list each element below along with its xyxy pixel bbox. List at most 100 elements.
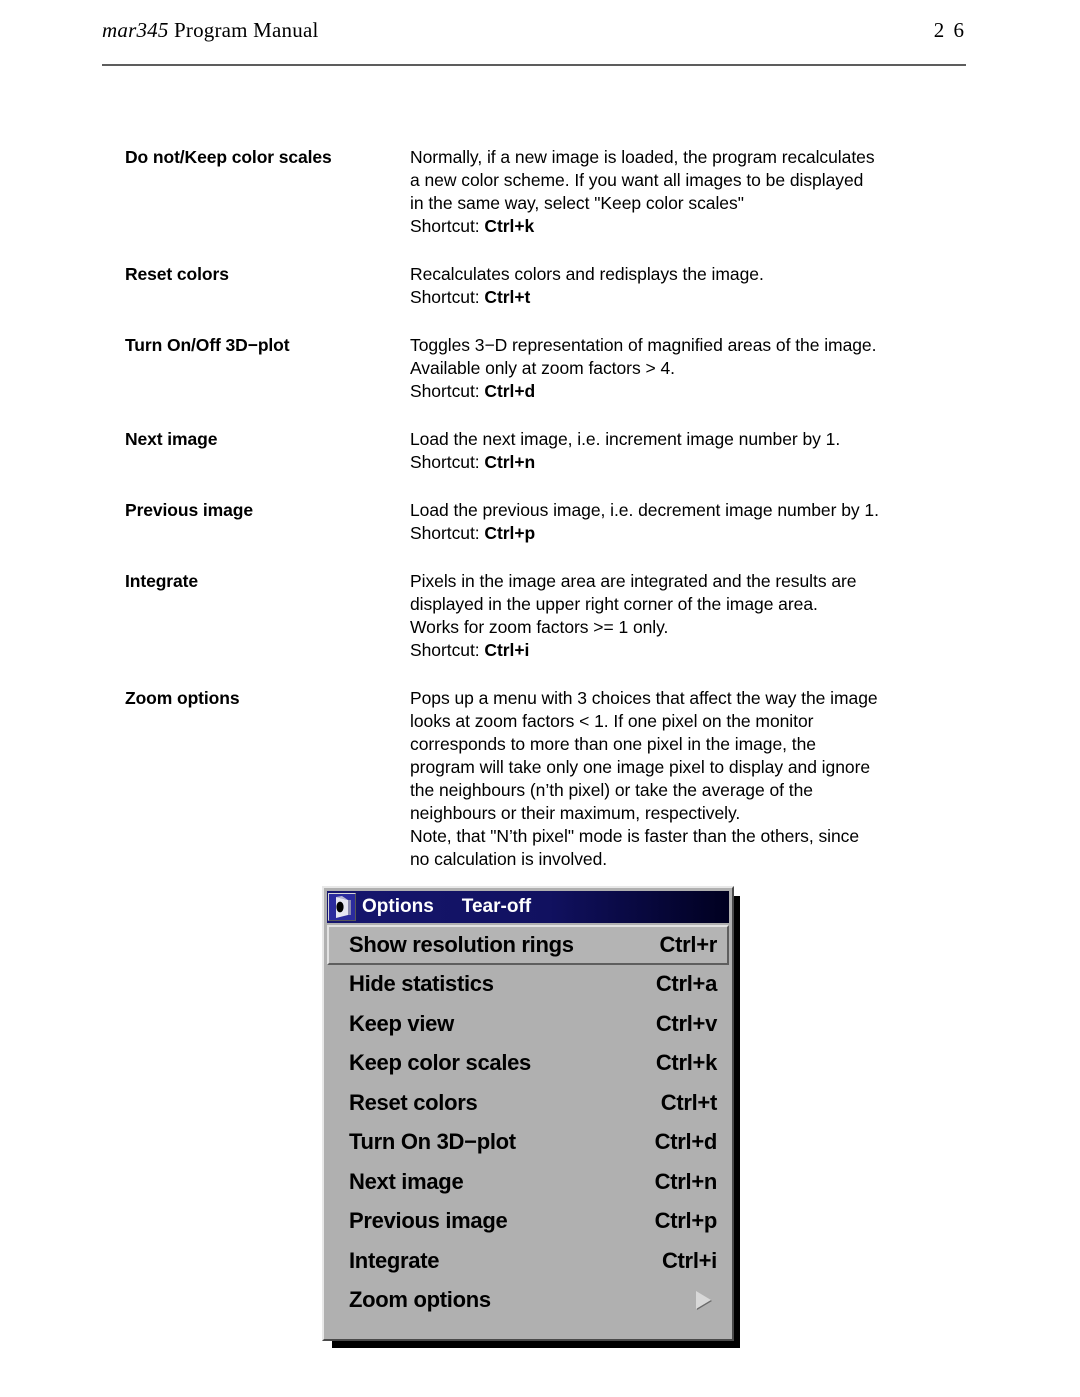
menu-item-label: Keep color scales — [349, 1050, 531, 1076]
menu-item[interactable]: Zoom options — [327, 1280, 729, 1320]
description-line: program will take only one image pixel t… — [410, 757, 871, 777]
menu-item[interactable]: Keep view Ctrl+v — [327, 1004, 729, 1044]
option-entry: Do not/Keep color scales Normally, if a n… — [0, 146, 1080, 238]
option-description: Pops up a menu with 3 choices that affec… — [410, 687, 955, 871]
menu-titlebar-labels: Options Tear-off — [362, 896, 559, 918]
menu-item-accelerator: Ctrl+k — [655, 1050, 717, 1076]
menu-item-accelerator: Ctrl+i — [661, 1247, 717, 1273]
option-entry: Next image Load the next image, i.e. incr… — [0, 428, 1080, 474]
page-number: 2 6 — [933, 18, 966, 42]
menu-item[interactable]: Reset colors Ctrl+t — [327, 1083, 729, 1123]
option-description: Load the previous image, i.e. decrement … — [410, 499, 955, 545]
menu-item-label: Next image — [349, 1168, 464, 1194]
shortcut-label: Shortcut: — [410, 452, 485, 472]
menu-item-accelerator: Ctrl+t — [660, 1089, 718, 1115]
option-term: Reset colors — [125, 264, 229, 284]
option-entry: Integrate Pixels in the image area are in… — [0, 570, 1080, 662]
option-description: Normally, if a new image is loaded, the … — [410, 146, 955, 238]
menu-item[interactable]: Show resolution rings Ctrl+r — [327, 925, 729, 965]
shortcut-label: Shortcut: — [410, 216, 485, 236]
menu-item-accelerator: Ctrl+d — [654, 1129, 718, 1155]
menu-item-label: Show resolution rings — [349, 931, 574, 957]
menu-item[interactable]: Keep color scales Ctrl+k — [327, 1043, 729, 1083]
menu-item-label: Turn On 3D−plot — [349, 1129, 516, 1155]
description-line: corresponds to more than one pixel in th… — [410, 734, 816, 754]
shortcut-line: Shortcut: Ctrl+t — [410, 286, 955, 309]
option-term: Do not/Keep color scales — [125, 147, 332, 167]
description-line: looks at zoom factors < 1. If one pixel … — [410, 711, 814, 731]
menu-item[interactable]: Next image Ctrl+n — [327, 1162, 729, 1202]
description-line: a new color scheme. If you want all imag… — [410, 170, 864, 190]
menu-item-label: Integrate — [349, 1247, 440, 1273]
options-description-list: Do not/Keep color scales Normally, if a n… — [0, 146, 1080, 896]
shortcut-line: Shortcut: Ctrl+p — [410, 522, 955, 545]
description-line: no calculation is involved. — [410, 849, 608, 869]
option-description: Load the next image, i.e. increment imag… — [410, 428, 955, 474]
option-entry: Turn On/Off 3D−plot Toggles 3−D represent… — [0, 334, 1080, 403]
option-term: Next image — [125, 429, 218, 449]
menu-item[interactable]: Turn On 3D−plot Ctrl+d — [327, 1122, 729, 1162]
description-line: in the same way, select "Keep color scal… — [410, 193, 744, 213]
mar345-app-icon — [328, 893, 356, 921]
options-menu-screenshot: Options Tear-off Show resolution rings Ct… — [322, 886, 740, 1348]
submenu-arrow-icon — [696, 1291, 711, 1310]
description-line: Pops up a menu with 3 choices that affec… — [410, 688, 878, 708]
menu-item-accelerator: Ctrl+v — [655, 1010, 717, 1036]
manual-title-rest: Program Manual — [168, 18, 319, 42]
shortcut-key: Ctrl+d — [484, 381, 536, 401]
shortcut-key: Ctrl+i — [484, 640, 530, 660]
description-line: Load the next image, i.e. increment imag… — [410, 429, 841, 449]
option-description: Pixels in the image area are integrated … — [410, 570, 955, 662]
description-line: Normally, if a new image is loaded, the … — [410, 147, 875, 167]
description-line: Toggles 3−D representation of magnified … — [410, 335, 877, 355]
description-line: displayed in the upper right corner of t… — [410, 594, 818, 614]
menu-title-tear-off[interactable]: Tear-off — [462, 896, 531, 918]
option-entry: Previous image Load the previous image, i… — [0, 499, 1080, 545]
shortcut-label: Shortcut: — [410, 381, 485, 401]
menu-title-options[interactable]: Options — [362, 896, 434, 918]
shortcut-label: Shortcut: — [410, 523, 485, 543]
description-line: Recalculates colors and redisplays the i… — [410, 264, 764, 284]
option-entry: Zoom options Pops up a menu with 3 choice… — [0, 687, 1080, 871]
option-term: Zoom options — [125, 688, 240, 708]
option-description: Recalculates colors and redisplays the i… — [410, 263, 955, 309]
menu-item-accelerator: Ctrl+p — [654, 1208, 718, 1234]
header-divider — [102, 64, 966, 66]
page-header: mar345 Program Manual 2 6 — [102, 18, 966, 48]
menu-titlebar: Options Tear-off — [327, 891, 729, 923]
shortcut-label: Shortcut: — [410, 640, 485, 660]
shortcut-key: Ctrl+t — [484, 287, 531, 307]
menu-item-label: Reset colors — [349, 1089, 478, 1115]
menu-item-accelerator: Ctrl+n — [654, 1168, 718, 1194]
menu-item-accelerator: Ctrl+r — [659, 931, 718, 957]
menu-item-label: Hide statistics — [349, 971, 494, 997]
option-entry: Reset colors Recalculates colors and redi… — [0, 263, 1080, 309]
description-line: Load the previous image, i.e. decrement … — [410, 500, 879, 520]
shortcut-key: Ctrl+n — [484, 452, 536, 472]
page-title: mar345 Program Manual — [102, 18, 319, 43]
description-line: Available only at zoom factors > 4. — [410, 358, 675, 378]
description-line: Pixels in the image area are integrated … — [410, 571, 857, 591]
shortcut-line: Shortcut: Ctrl+n — [410, 451, 955, 474]
description-line: neighbours or their maximum, respectivel… — [410, 803, 741, 823]
shortcut-key: Ctrl+k — [484, 216, 535, 236]
option-description: Toggles 3−D representation of magnified … — [410, 334, 955, 403]
shortcut-label: Shortcut: — [410, 287, 485, 307]
option-term: Turn On/Off 3D−plot — [125, 335, 290, 355]
tear-off-menu-window[interactable]: Options Tear-off Show resolution rings Ct… — [322, 886, 734, 1341]
shortcut-line: Shortcut: Ctrl+d — [410, 380, 955, 403]
menu-item[interactable]: Previous image Ctrl+p — [327, 1201, 729, 1241]
menu-item-label: Keep view — [349, 1010, 454, 1036]
menu-item[interactable]: Integrate Ctrl+i — [327, 1241, 729, 1281]
option-term: Integrate — [125, 571, 199, 591]
menu-item[interactable]: Hide statistics Ctrl+a — [327, 964, 729, 1004]
description-line: Works for zoom factors >= 1 only. — [410, 617, 669, 637]
shortcut-key: Ctrl+p — [484, 523, 536, 543]
menu-item-list: Show resolution rings Ctrl+r Hide statisti… — [327, 925, 729, 1320]
description-line: Note, that "N’th pixel" mode is faster t… — [410, 826, 860, 846]
menu-item-accelerator: Ctrl+a — [655, 971, 717, 997]
manual-name: mar345 — [102, 18, 169, 42]
menu-item-label: Zoom options — [349, 1287, 491, 1313]
shortcut-line: Shortcut: Ctrl+k — [410, 215, 955, 238]
shortcut-line: Shortcut: Ctrl+i — [410, 639, 955, 662]
